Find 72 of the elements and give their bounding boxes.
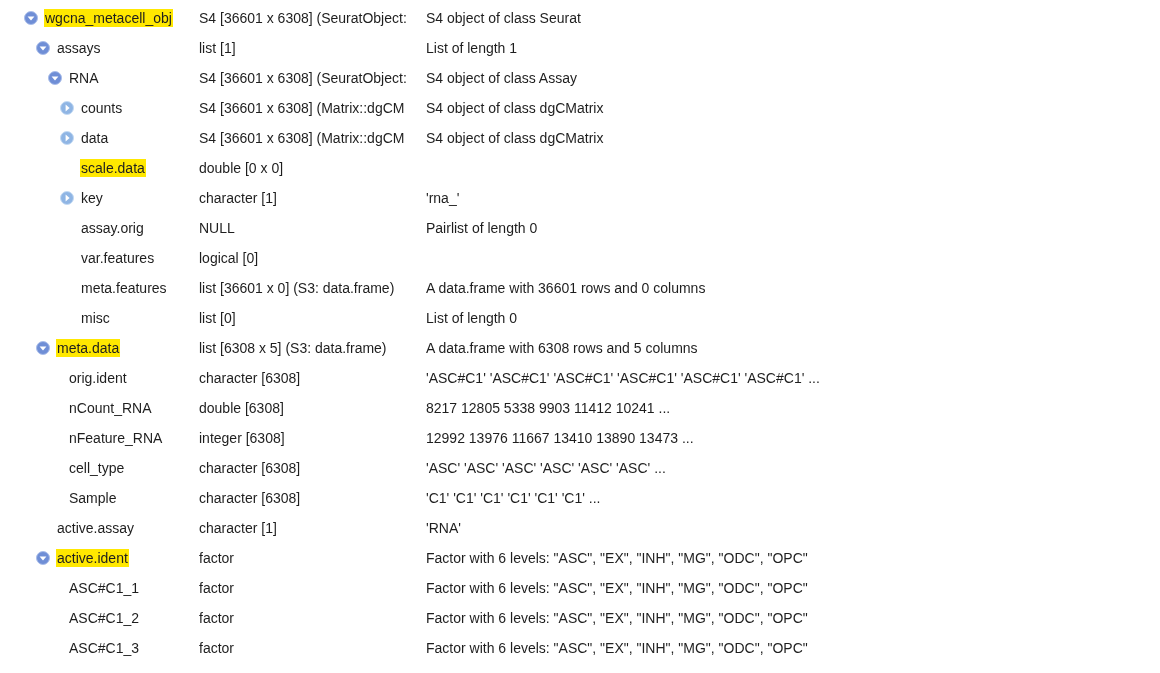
type-text: double [0 x 0] [199,159,284,176]
type-text: factor [199,639,234,656]
type-text: character [6308] [199,489,301,506]
tree-node-name: assays [56,39,102,57]
circle-arrow-down-icon[interactable] [36,341,50,355]
value-text: 'ASC' 'ASC' 'ASC' 'ASC' 'ASC' 'ASC' ... [426,459,666,476]
tree-node-name: scale.data [80,159,146,177]
value-text: 'RNA' [426,519,461,536]
value-text: 'rna_' [426,189,460,206]
type-text: list [0] [199,309,236,326]
type-text: S4 [36601 x 6308] (Matrix::dgCM [199,129,405,146]
type-text: factor [199,579,234,596]
circle-arrow-down-icon[interactable] [36,551,50,565]
value-text: Factor with 6 levels: "ASC", "EX", "INH", "MG", "ODC", "OPC" [426,579,808,596]
tree-node-name: counts [80,99,124,117]
circle-arrow-right-icon[interactable] [60,191,74,205]
circle-arrow-right-icon[interactable] [60,101,74,115]
type-text: S4 [36601 x 6308] (SeuratObject: [199,9,407,26]
tree-node-name: meta.data [56,339,121,357]
tree-node-name: orig.ident [68,369,128,387]
type-text: S4 [36601 x 6308] (Matrix::dgCM [199,99,405,116]
tree-node-name: nFeature_RNA [68,429,164,447]
value-text: Factor with 6 levels: "ASC", "EX", "INH", "MG", "ODC", "OPC" [426,549,808,566]
type-text: list [36601 x 0] (S3: data.frame) [199,279,395,296]
tree-node-name: data [80,129,110,147]
tree-node-name: ASC#C1_1 [68,579,141,597]
value-text: S4 object of class Seurat [426,9,581,26]
type-text: character [6308] [199,369,301,386]
tree-node-name: meta.features [80,279,168,297]
value-text: Factor with 6 levels: "ASC", "EX", "INH", "MG", "ODC", "OPC" [426,639,808,656]
tree-node-name: var.features [80,249,156,267]
type-text: double [6308] [199,399,284,416]
tree-node-name: ASC#C1_2 [68,609,141,627]
circle-arrow-down-icon[interactable] [36,41,50,55]
type-text: character [1] [199,189,277,206]
tree-node-name: nCount_RNA [68,399,153,417]
value-text: List of length 0 [426,309,518,326]
tree-node-name: cell_type [68,459,126,477]
value-text: 8217 12805 5338 9903 11412 10241 ... [426,399,671,416]
tree-node-name: RNA [68,69,100,87]
value-text: A data.frame with 36601 rows and 0 columns [426,279,706,296]
value-text: Pairlist of length 0 [426,219,538,236]
value-text: S4 object of class dgCMatrix [426,129,604,146]
type-text: factor [199,549,234,566]
value-text: 'ASC#C1' 'ASC#C1' 'ASC#C1' 'ASC#C1' 'ASC#C1' 'ASC#C1' ... [426,369,820,386]
type-text: integer [6308] [199,429,285,446]
value-text: 12992 13976 11667 13410 13890 13473 ... [426,429,694,446]
circle-arrow-right-icon[interactable] [60,131,74,145]
type-text: character [6308] [199,459,301,476]
tree-node-name: Sample [68,489,118,507]
value-text: S4 object of class dgCMatrix [426,99,604,116]
value-text: List of length 1 [426,39,518,56]
tree-node-name: active.ident [56,549,129,567]
value-text: S4 object of class Assay [426,69,577,86]
tree-node-name: misc [80,309,111,327]
circle-arrow-down-icon[interactable] [24,11,38,25]
type-text: list [6308 x 5] (S3: data.frame) [199,339,387,356]
type-text: NULL [199,219,235,236]
tree-node-name: assay.orig [80,219,145,237]
type-text: logical [0] [199,249,259,266]
value-text: Factor with 6 levels: "ASC", "EX", "INH", "MG", "ODC", "OPC" [426,609,808,626]
type-text: factor [199,609,234,626]
tree-node-name: ASC#C1_3 [68,639,141,657]
type-text: list [1] [199,39,236,56]
type-text: character [1] [199,519,277,536]
circle-arrow-down-icon[interactable] [48,71,62,85]
tree-node-name: key [80,189,104,207]
tree-node-name: active.assay [56,519,136,537]
type-text: S4 [36601 x 6308] (SeuratObject: [199,69,407,86]
value-text: 'C1' 'C1' 'C1' 'C1' 'C1' 'C1' ... [426,489,601,506]
value-text: A data.frame with 6308 rows and 5 columns [426,339,698,356]
tree-node-name: wgcna_metacell_obj [44,9,173,27]
